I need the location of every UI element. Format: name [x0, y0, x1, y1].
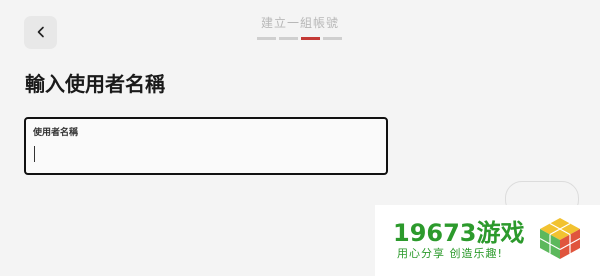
progress-step-2 [279, 37, 298, 40]
username-field-label: 使用者名稱 [33, 128, 79, 138]
text-caret [34, 146, 35, 162]
page-title: 輸入使用者名稱 [25, 72, 165, 96]
watermark-overlay: 19673游戏 用心分享 创造乐趣! [375, 205, 600, 276]
progress-step-1 [257, 37, 276, 40]
watermark-slogan: 用心分享 创造乐趣! [397, 247, 503, 260]
step-progress [257, 37, 342, 40]
username-input[interactable] [33, 143, 373, 165]
watermark-logo: 19673游戏 [393, 219, 525, 247]
header-title: 建立一組帳號 [260, 16, 339, 30]
cube-logo-icon [537, 215, 583, 265]
progress-step-3 [301, 37, 320, 40]
progress-step-4 [323, 37, 342, 40]
username-field[interactable]: 使用者名稱 [24, 117, 388, 175]
